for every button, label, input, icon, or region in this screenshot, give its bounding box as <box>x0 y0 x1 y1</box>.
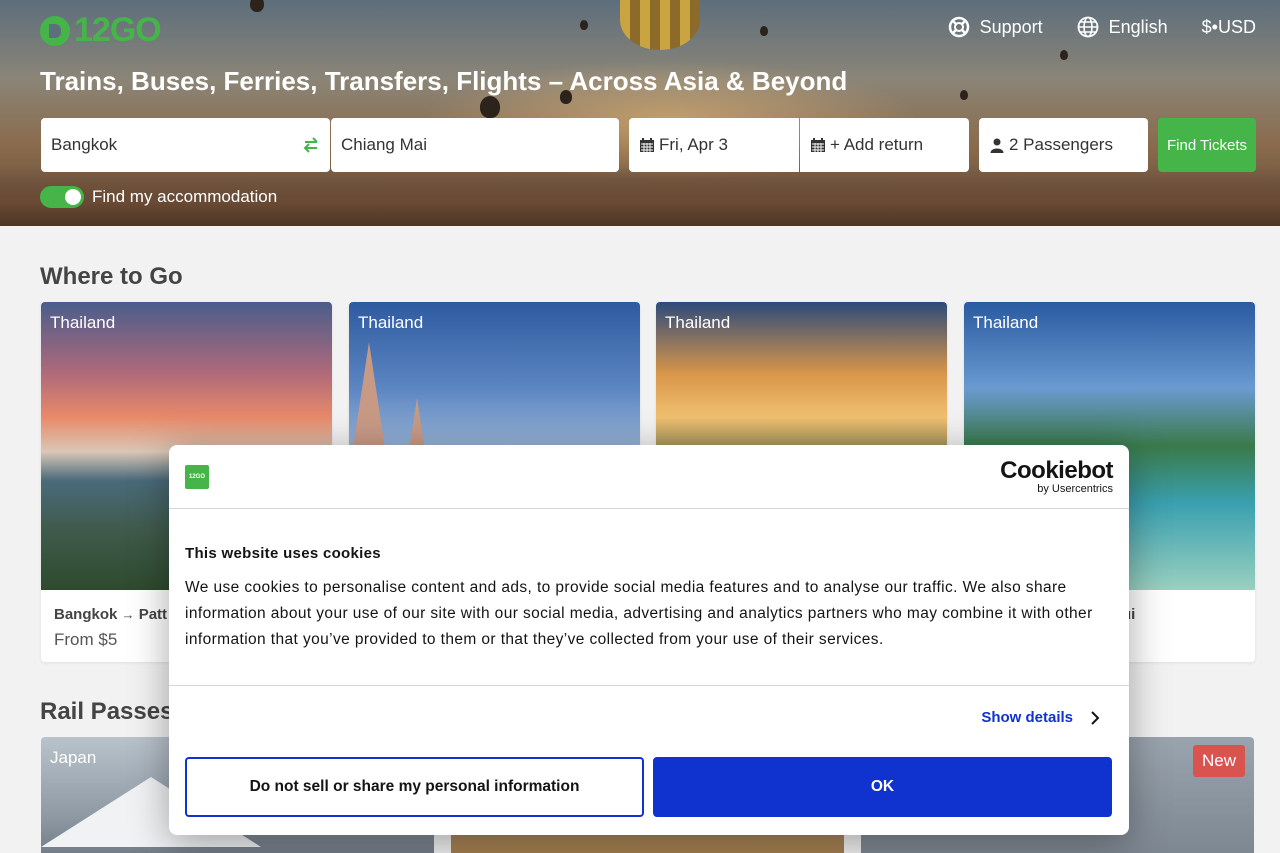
pagoda-spire <box>351 342 387 462</box>
balloon-small <box>580 20 588 30</box>
accommodation-toggle-row: Find my accommodation <box>40 186 277 208</box>
cookie-body: We use cookies to personalise content an… <box>185 579 1093 648</box>
card-country: Thailand <box>358 313 424 332</box>
globe-icon <box>1077 16 1099 38</box>
language-label: English <box>1108 16 1168 37</box>
show-details-label: Show details <box>981 709 1073 726</box>
currency-label: $•USD <box>1201 16 1256 37</box>
accommodation-toggle[interactable] <box>40 186 84 208</box>
hero-title: Trains, Buses, Ferries, Transfers, Fligh… <box>40 66 848 96</box>
card-country: Thailand <box>665 313 731 332</box>
route-arrow: → <box>121 607 135 622</box>
where-to-go-title: Where to Go <box>40 263 183 290</box>
site-logo-small: 12GO <box>185 465 209 489</box>
ok-button[interactable]: OK <box>653 757 1112 817</box>
to-value: Chiang Mai <box>341 135 427 154</box>
lifebuoy-icon <box>948 16 970 38</box>
calendar-icon <box>810 137 826 153</box>
return-field[interactable]: + Add return <box>800 118 969 172</box>
cookiebot-logo: Cookiebot by Usercentrics <box>1000 457 1113 496</box>
calendar-icon <box>639 137 655 153</box>
hero-banner: 12GO Support English $•USD Trains, Buses… <box>0 0 1280 226</box>
to-field[interactable]: Chiang Mai <box>331 118 619 172</box>
return-value: + Add return <box>830 135 924 154</box>
swap-icon[interactable] <box>302 136 320 154</box>
cookiebot-brand: Cookiebot <box>1000 457 1113 484</box>
currency-selector[interactable]: $•USD <box>1202 17 1256 38</box>
logo-mark-icon <box>40 15 70 46</box>
logo-text: 12GO <box>74 11 162 49</box>
chevron-right-icon <box>1089 710 1101 726</box>
date-value: Fri, Apr 3 <box>659 135 728 154</box>
cookie-dialog-header: 12GO Cookiebot by Usercentrics <box>169 445 1129 509</box>
show-details-link[interactable]: Show details <box>981 709 1101 726</box>
support-link[interactable]: Support <box>948 16 1043 38</box>
do-not-sell-button[interactable]: Do not sell or share my personal informa… <box>185 757 644 817</box>
top-nav: Support English $•USD <box>948 16 1256 38</box>
cookie-consent-dialog: 12GO Cookiebot by Usercentrics This webs… <box>169 445 1129 835</box>
rail-passes-title: Rail Passes <box>40 698 174 725</box>
site-logo[interactable]: 12GO <box>40 11 162 50</box>
person-icon <box>989 137 1005 153</box>
card-country: Thailand <box>973 313 1039 332</box>
cookiebot-sub: by Usercentrics <box>1037 483 1113 495</box>
hot-air-balloon <box>620 0 700 50</box>
accommodation-label: Find my accommodation <box>92 187 278 206</box>
balloon-small <box>760 26 768 36</box>
date-field[interactable]: Fri, Apr 3 <box>629 118 799 172</box>
cookie-title: This website uses cookies <box>185 545 381 562</box>
find-tickets-button[interactable]: Find Tickets <box>1158 118 1256 172</box>
rail-country: Japan <box>50 748 97 767</box>
support-label: Support <box>979 16 1043 37</box>
passengers-value: 2 Passengers <box>1009 135 1113 154</box>
balloon-small <box>480 96 500 118</box>
language-selector[interactable]: English <box>1077 16 1168 38</box>
card-price: From $5 <box>54 630 118 649</box>
balloon-small <box>250 0 264 12</box>
card-country: Thailand <box>50 313 116 332</box>
route-from: Bangkok <box>54 606 118 623</box>
from-field[interactable]: Bangkok <box>41 118 330 172</box>
from-value: Bangkok <box>51 135 118 154</box>
passengers-field[interactable]: 2 Passengers <box>979 118 1148 172</box>
balloon-small <box>1060 50 1068 60</box>
balloon-small <box>960 90 968 100</box>
card-route: Bangkok → Patt <box>54 606 167 623</box>
new-badge: New <box>1192 745 1245 777</box>
divider <box>169 685 1129 686</box>
route-to: Patt <box>138 606 168 623</box>
